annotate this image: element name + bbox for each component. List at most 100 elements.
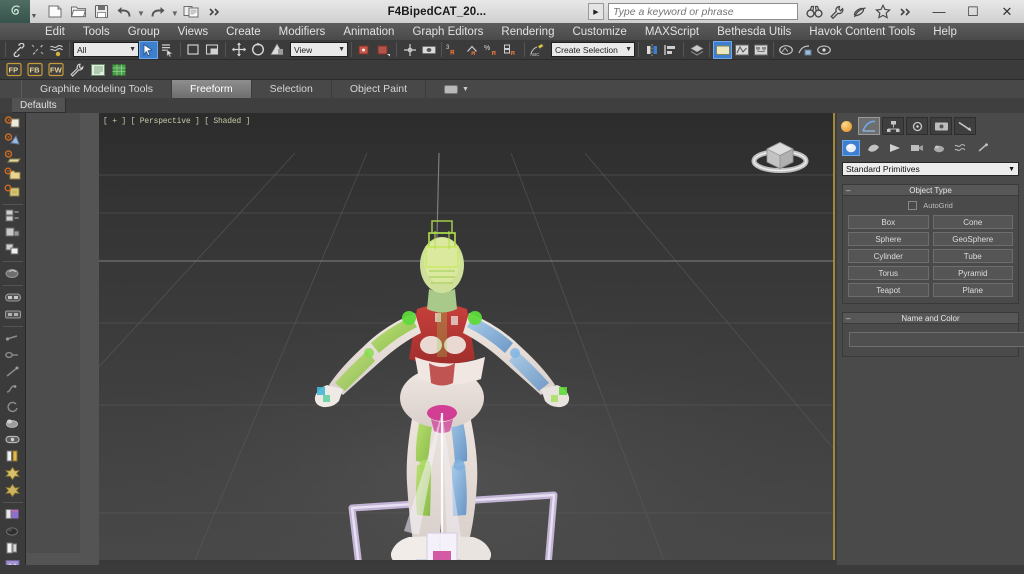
select-by-name-icon[interactable] <box>158 41 177 59</box>
import-rig-icon[interactable] <box>3 225 23 241</box>
wrench-icon[interactable] <box>827 2 847 22</box>
ribbon-tab-selection[interactable]: Selection <box>252 80 332 98</box>
create-folder-icon[interactable] <box>3 167 23 183</box>
select-object-icon[interactable] <box>139 40 158 59</box>
search-input[interactable] <box>608 3 798 20</box>
systems-category[interactable] <box>974 140 992 156</box>
mirror-icon[interactable] <box>642 41 661 59</box>
mesh-star-icon[interactable] <box>3 465 23 481</box>
star-icon[interactable] <box>873 2 893 22</box>
collapse-icon[interactable]: – <box>846 314 850 323</box>
spline-ik-icon[interactable] <box>3 381 23 397</box>
select-move-icon[interactable] <box>229 41 248 59</box>
perspective-viewport[interactable]: [ + ] [ Perspective ] [ Shaded ] <box>99 113 835 574</box>
material-editor-icon[interactable] <box>713 40 732 59</box>
viewcube-compass-icon[interactable] <box>749 125 811 183</box>
layer-manager-icon[interactable] <box>687 41 706 59</box>
select-scale-icon[interactable] <box>267 41 286 59</box>
torus-button[interactable]: Torus <box>848 266 929 280</box>
modify-tab[interactable] <box>882 117 904 135</box>
fp-button-icon[interactable]: FP <box>5 61 23 78</box>
viewport-label[interactable]: [ + ] [ Perspective ] [ Shaded ] <box>103 117 250 126</box>
snap-toggle-icon[interactable]: 3 <box>445 41 464 59</box>
binoculars-icon[interactable] <box>804 2 824 22</box>
plane-button[interactable]: Plane <box>932 283 1013 297</box>
copy-rig-icon[interactable] <box>3 241 23 257</box>
satellite-dish-icon[interactable] <box>850 2 870 22</box>
create-layer-icon[interactable] <box>3 150 23 166</box>
menu-item-animation[interactable]: Animation <box>334 25 403 39</box>
cylinder-button[interactable]: Cylinder <box>848 249 929 263</box>
menu-item-edit[interactable]: Edit <box>36 25 74 39</box>
menu-item-modifiers[interactable]: Modifiers <box>270 25 335 39</box>
blob-mesh-icon[interactable] <box>3 523 23 539</box>
pyramid-button[interactable]: Pyramid <box>932 266 1013 280</box>
create-helper-icon[interactable] <box>3 133 23 149</box>
double-chevron-icon[interactable] <box>896 2 916 22</box>
reference-coordinate-dropdown[interactable]: View ▼ <box>290 42 348 57</box>
pose-mixer-icon[interactable] <box>3 330 23 346</box>
cone-button[interactable]: Cone <box>932 215 1013 229</box>
teapot-button[interactable]: Teapot <box>848 283 929 297</box>
selection-filter-dropdown[interactable]: All ▼ <box>73 42 139 57</box>
menu-item-customize[interactable]: Customize <box>563 25 635 39</box>
battery-tool-icon[interactable] <box>3 448 23 464</box>
create-group-icon[interactable] <box>3 184 23 200</box>
fw-button-icon[interactable]: FW <box>47 61 65 78</box>
menu-item-views[interactable]: Views <box>169 25 217 39</box>
spinner-snap-icon[interactable] <box>502 41 521 59</box>
ribbon-preset-defaults[interactable]: Defaults <box>12 98 66 113</box>
export-rig-icon[interactable] <box>3 208 23 224</box>
window-crossing-icon[interactable] <box>203 41 222 59</box>
ribbon-tab-object-paint[interactable]: Object Paint <box>332 80 427 98</box>
rotate-limit-icon[interactable] <box>3 398 23 414</box>
redo-arrow-icon[interactable] <box>147 2 169 22</box>
hierarchy-tab[interactable] <box>906 117 928 135</box>
capsule-tool-icon[interactable] <box>3 432 23 448</box>
maximize-button[interactable]: ☐ <box>956 0 990 23</box>
tools-icon[interactable] <box>68 61 86 78</box>
object-type-header[interactable]: – Object Type <box>843 185 1018 196</box>
open-folder-icon[interactable] <box>67 2 89 22</box>
material-swatch-icon[interactable] <box>3 506 23 522</box>
menu-item-group[interactable]: Group <box>119 25 169 39</box>
menu-item-maxscript[interactable]: MAXScript <box>636 25 708 39</box>
undo-dropdown-caret-icon[interactable]: ▼ <box>136 9 146 18</box>
unlink-icon[interactable] <box>28 41 47 59</box>
sphere-button[interactable]: Sphere <box>848 232 929 246</box>
autogrid-checkbox[interactable] <box>908 201 918 210</box>
space-warps-category[interactable] <box>952 140 970 156</box>
rectangular-region-icon[interactable] <box>184 41 203 59</box>
bind-space-warp-icon[interactable] <box>47 41 66 59</box>
create-tab[interactable] <box>858 117 880 135</box>
project-folder-icon[interactable] <box>181 2 203 22</box>
schematic-view-icon[interactable] <box>751 41 770 59</box>
close-button[interactable]: ✕ <box>990 0 1024 23</box>
geometry-category[interactable] <box>842 140 860 156</box>
application-menu-button[interactable] <box>0 0 30 23</box>
app-menu-caret-icon[interactable]: ▼ <box>30 0 38 23</box>
object-name-input[interactable] <box>849 331 1024 347</box>
save-disk-icon[interactable] <box>90 2 112 22</box>
named-selection-dropdown[interactable]: Create Selection ▼ <box>551 42 635 57</box>
primitive-type-dropdown[interactable]: Standard Primitives ▼ <box>842 162 1019 176</box>
menu-item-graph-editors[interactable]: Graph Editors <box>403 25 492 39</box>
name-and-color-header[interactable]: – Name and Color <box>843 313 1018 324</box>
menu-item-create[interactable]: Create <box>217 25 270 39</box>
render-production-icon[interactable] <box>815 41 834 59</box>
cameras-category[interactable] <box>908 140 926 156</box>
keyboard-shortcut-override-icon[interactable] <box>419 41 438 59</box>
render-frame-icon[interactable] <box>796 41 815 59</box>
curve-editor-icon[interactable] <box>732 41 751 59</box>
collapse-icon[interactable]: – <box>846 186 850 195</box>
skin-tool-icon[interactable] <box>3 289 23 305</box>
select-link-icon[interactable] <box>9 41 28 59</box>
ribbon-tab-freeform[interactable]: Freeform <box>172 80 252 98</box>
tube-button[interactable]: Tube <box>932 249 1013 263</box>
new-file-icon[interactable] <box>44 2 66 22</box>
render-setup-icon[interactable] <box>777 41 796 59</box>
motion-tab[interactable] <box>930 117 952 135</box>
select-rotate-icon[interactable] <box>248 41 267 59</box>
helpers-category[interactable] <box>930 140 948 156</box>
list-view-icon[interactable] <box>89 61 107 78</box>
